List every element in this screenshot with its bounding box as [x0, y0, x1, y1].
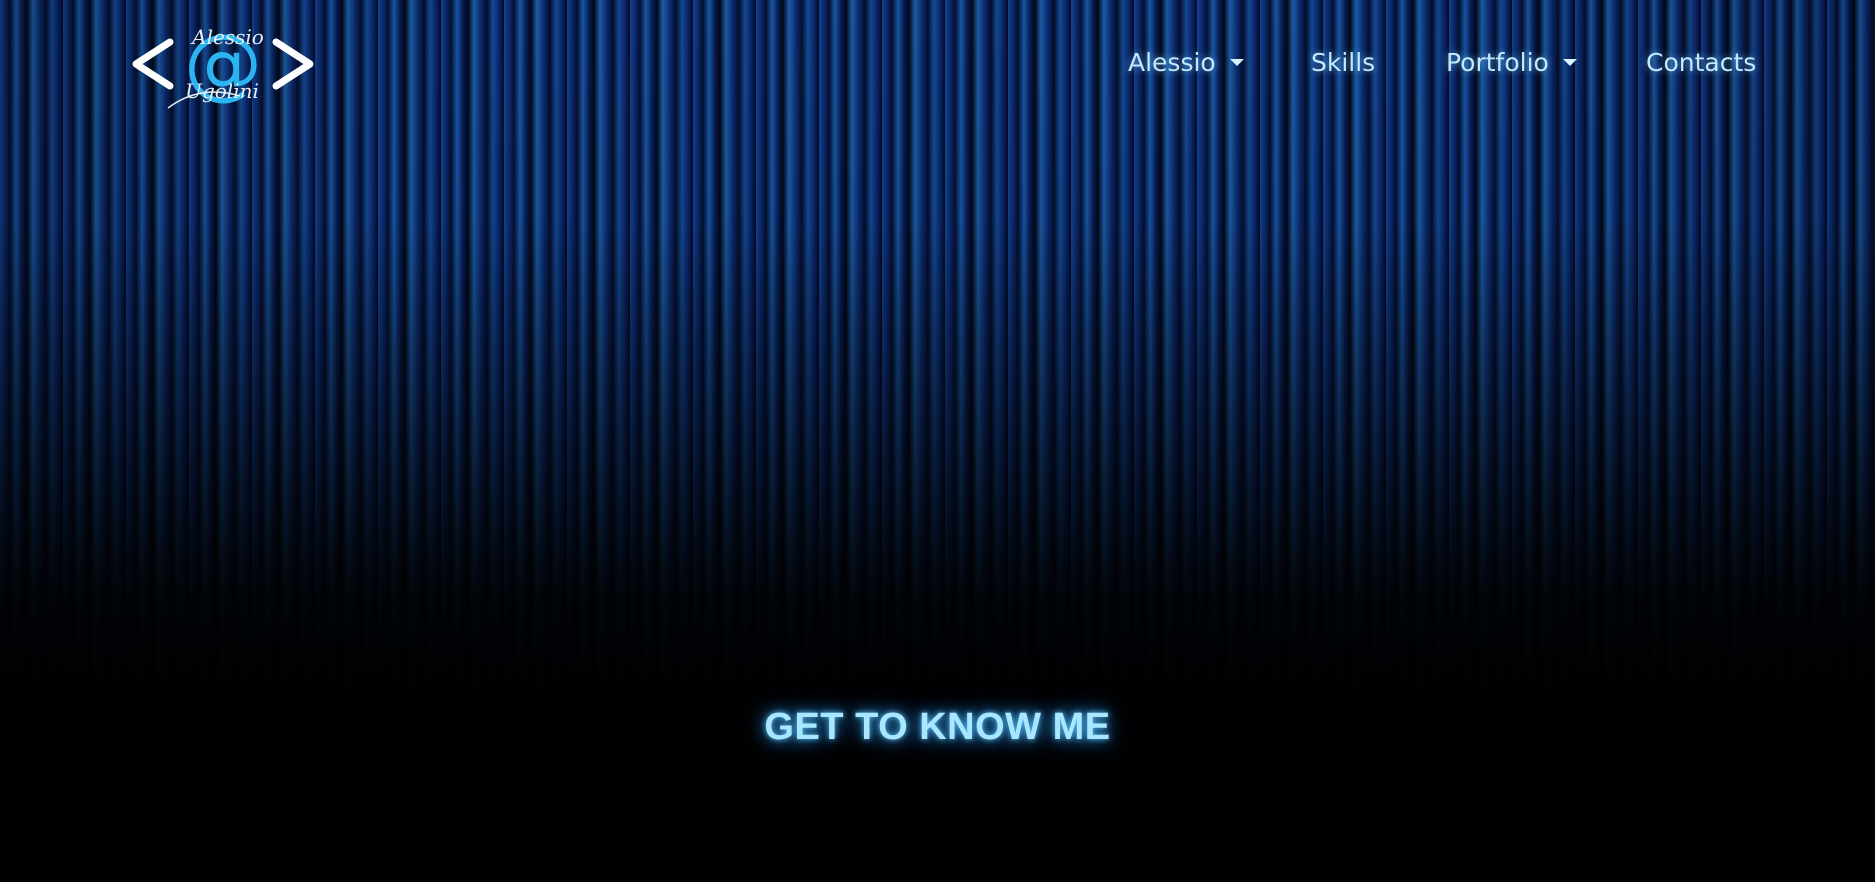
chevron-down-icon — [1229, 59, 1244, 66]
nav-item-label: Contacts — [1646, 48, 1757, 77]
hero-cta-container: GET TO KNOW ME — [0, 706, 1875, 749]
nav-item-label: Skills — [1311, 48, 1376, 77]
nav-item-portfolio[interactable]: Portfolio — [1446, 48, 1577, 77]
chevron-down-icon — [1562, 59, 1577, 66]
logo-graphic: @ Alessio Ugolini — [132, 19, 314, 109]
site-logo[interactable]: @ Alessio Ugolini — [130, 14, 316, 114]
nav-item-contacts[interactable]: Contacts — [1646, 48, 1756, 77]
page: @ Alessio Ugolini Alessio Skills Portfol… — [0, 0, 1875, 882]
nav-item-label: Portfolio — [1446, 48, 1549, 77]
logo-bottom-word: Ugolini — [185, 79, 259, 103]
curtain-vignette — [0, 0, 1875, 882]
get-to-know-me-button[interactable]: GET TO KNOW ME — [764, 706, 1110, 749]
nav-item-label: Alessio — [1128, 48, 1216, 77]
nav-item-alessio[interactable]: Alessio — [1128, 48, 1244, 77]
logo-top-word: Alessio — [190, 25, 264, 49]
nav-item-skills[interactable]: Skills — [1311, 48, 1375, 77]
logo-right-bracket — [272, 38, 314, 90]
logo-left-bracket — [132, 38, 174, 90]
